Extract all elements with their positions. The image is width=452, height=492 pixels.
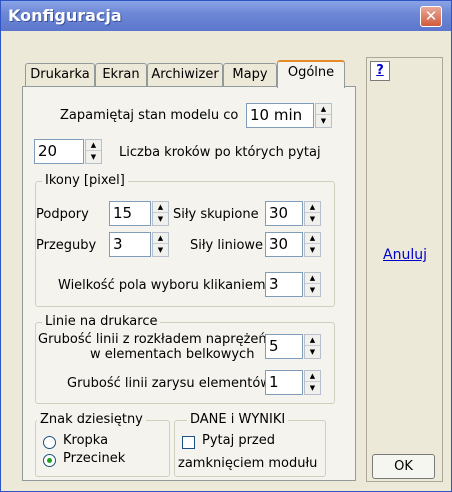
supports-spinner[interactable]: ▲ ▼ [152,201,169,226]
save-interval-label: Zapamiętaj stan modelu co [60,108,239,123]
ask-before-close-checkbox[interactable] [182,436,195,449]
spinner-up-icon[interactable]: ▲ [153,202,168,213]
spinner-down-icon[interactable]: ▼ [305,245,320,256]
ok-button[interactable]: OK [372,454,435,479]
concentrated-forces-input[interactable]: 30 [265,201,303,226]
tab-drukarka[interactable]: Drukarka [25,63,95,86]
linear-forces-spinner[interactable]: ▲ ▼ [304,232,321,257]
pick-size-label: Wielkość pola wyboru klikaniem [58,278,266,293]
outline-line-label: Grubość linii zarysu elementów [67,376,271,391]
spinner-down-icon[interactable]: ▼ [153,245,168,256]
spinner-up-icon[interactable]: ▲ [305,233,320,244]
title-bar[interactable]: Konfiguracja ✕ [1,1,451,31]
linear-forces-input[interactable]: 30 [265,232,303,257]
spinner-down-icon[interactable]: ▼ [305,383,320,394]
radio-przecinek[interactable] [43,454,56,467]
tab-ogolne[interactable]: Ogólne [277,60,345,88]
save-interval-input[interactable]: 10 min [246,103,314,128]
spinner-down-icon[interactable]: ▼ [305,285,320,296]
spinner-up-icon[interactable]: ▲ [316,104,331,115]
spinner-up-icon[interactable]: ▲ [305,371,320,382]
radio-kropka-label: Kropka [63,433,109,448]
spinner-up-icon[interactable]: ▲ [153,233,168,244]
spinner-up-icon[interactable]: ▲ [305,273,320,284]
spinner-down-icon[interactable]: ▼ [305,347,320,358]
spinner-up-icon[interactable]: ▲ [86,140,101,151]
outline-line-input[interactable]: 1 [265,370,303,395]
hinges-label: Przeguby [36,238,97,253]
tab-ekran[interactable]: Ekran [95,63,147,86]
stress-line-spinner[interactable]: ▲ ▼ [304,334,321,359]
spinner-down-icon[interactable]: ▼ [316,116,331,127]
stress-line-label-2: w elementach belkowych [90,347,255,362]
hinges-input[interactable]: 3 [109,232,151,257]
help-button[interactable]: ? [370,61,390,81]
data-results-legend: DANE i WYNIKI [187,412,289,427]
side-button-panel [366,57,443,482]
pick-size-input[interactable]: 3 [265,272,303,297]
supports-label: Podpory [36,207,89,222]
hinges-spinner[interactable]: ▲ ▼ [152,232,169,257]
radio-kropka[interactable] [43,436,56,449]
stress-line-input[interactable]: 5 [265,334,303,359]
print-lines-legend: Linie na drukarce [42,314,161,329]
steps-input[interactable]: 20 [34,139,84,164]
icons-group-legend: Ikony [pixel] [42,173,128,188]
window-title: Konfiguracja [8,6,122,25]
config-dialog: Konfiguracja ✕ Drukarka Ekran Archiwizer… [0,0,452,492]
spinner-down-icon[interactable]: ▼ [86,152,101,163]
tab-archiwizer[interactable]: Archiwizer [147,63,223,86]
save-interval-spinner[interactable]: ▲ ▼ [315,103,332,128]
stress-line-label: Grubość linii z rozkładem naprężeń [38,332,267,347]
steps-spinner[interactable]: ▲ ▼ [85,139,102,164]
cancel-link[interactable]: Anuluj [383,247,427,263]
spinner-up-icon[interactable]: ▲ [305,335,320,346]
spinner-up-icon[interactable]: ▲ [305,202,320,213]
concentrated-forces-label: Siły skupione [173,207,259,222]
supports-input[interactable]: 15 [109,201,151,226]
close-button[interactable]: ✕ [420,6,442,27]
pick-size-spinner[interactable]: ▲ ▼ [304,272,321,297]
ask-before-close-label-2: zamknięciem modułu [178,456,318,471]
ask-before-close-label: Pytaj przed [202,433,276,448]
radio-przecinek-label: Przecinek [63,451,126,466]
decimal-separator-legend: Znak dziesiętny [37,412,146,427]
outline-line-spinner[interactable]: ▲ ▼ [304,370,321,395]
concentrated-forces-spinner[interactable]: ▲ ▼ [304,201,321,226]
tab-mapy[interactable]: Mapy [223,63,277,86]
spinner-down-icon[interactable]: ▼ [153,214,168,225]
spinner-down-icon[interactable]: ▼ [305,214,320,225]
steps-label: Liczba kroków po których pytaj [119,145,321,160]
linear-forces-label: Siły liniowe [190,238,264,253]
decimal-separator-group [35,420,170,477]
